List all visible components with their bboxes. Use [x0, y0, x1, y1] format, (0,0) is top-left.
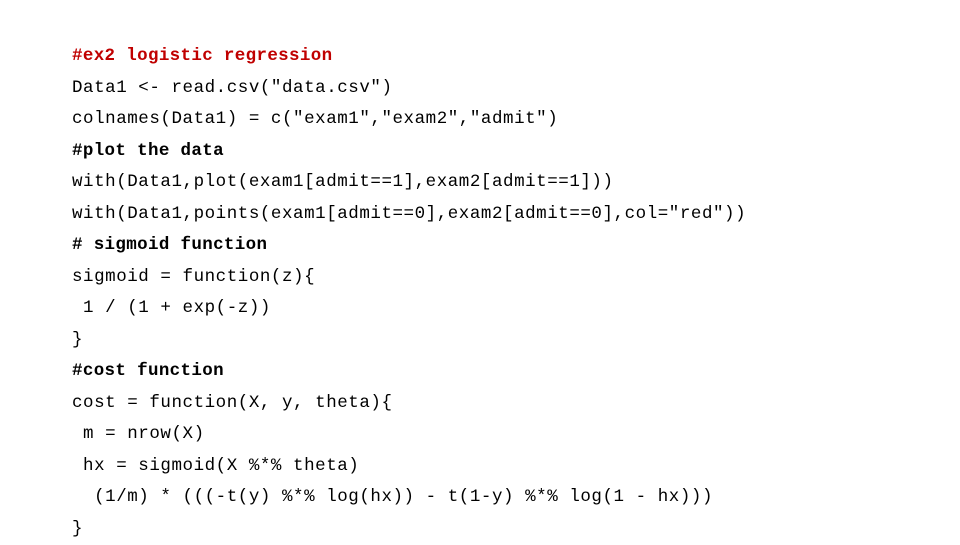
code-block[interactable]: #ex2 logistic regressionData1 <- read.cs…	[72, 41, 932, 545]
code-line-cost-def: cost = function(X, y, theta){	[72, 388, 932, 420]
code-line-colnames: colnames(Data1) = c("exam1","exam2","adm…	[72, 104, 932, 136]
code-line-sigmoid-close: }	[72, 325, 932, 357]
code-line-read-csv: Data1 <- read.csv("data.csv")	[72, 73, 932, 105]
code-line-comment-plot: #plot the data	[72, 136, 932, 168]
code-line-comment-sigmoid: # sigmoid function	[72, 230, 932, 262]
slide-canvas: #ex2 logistic regressionData1 <- read.cs…	[0, 0, 960, 540]
code-line-sigmoid-def: sigmoid = function(z){	[72, 262, 932, 294]
code-line-cost-expr: (1/m) * (((-t(y) %*% log(hx)) - t(1-y) %…	[72, 482, 932, 514]
code-line-sigmoid-body: 1 / (1 + exp(-z))	[72, 293, 932, 325]
code-line-cost-close: }	[72, 514, 932, 545]
code-line-comment-ex2: #ex2 logistic regression	[72, 41, 932, 73]
code-line-cost-m: m = nrow(X)	[72, 419, 932, 451]
code-line-cost-hx: hx = sigmoid(X %*% theta)	[72, 451, 932, 483]
code-line-points-admit0: with(Data1,points(exam1[admit==0],exam2[…	[72, 199, 932, 231]
code-line-comment-cost: #cost function	[72, 356, 932, 388]
code-line-plot-admit1: with(Data1,plot(exam1[admit==1],exam2[ad…	[72, 167, 932, 199]
